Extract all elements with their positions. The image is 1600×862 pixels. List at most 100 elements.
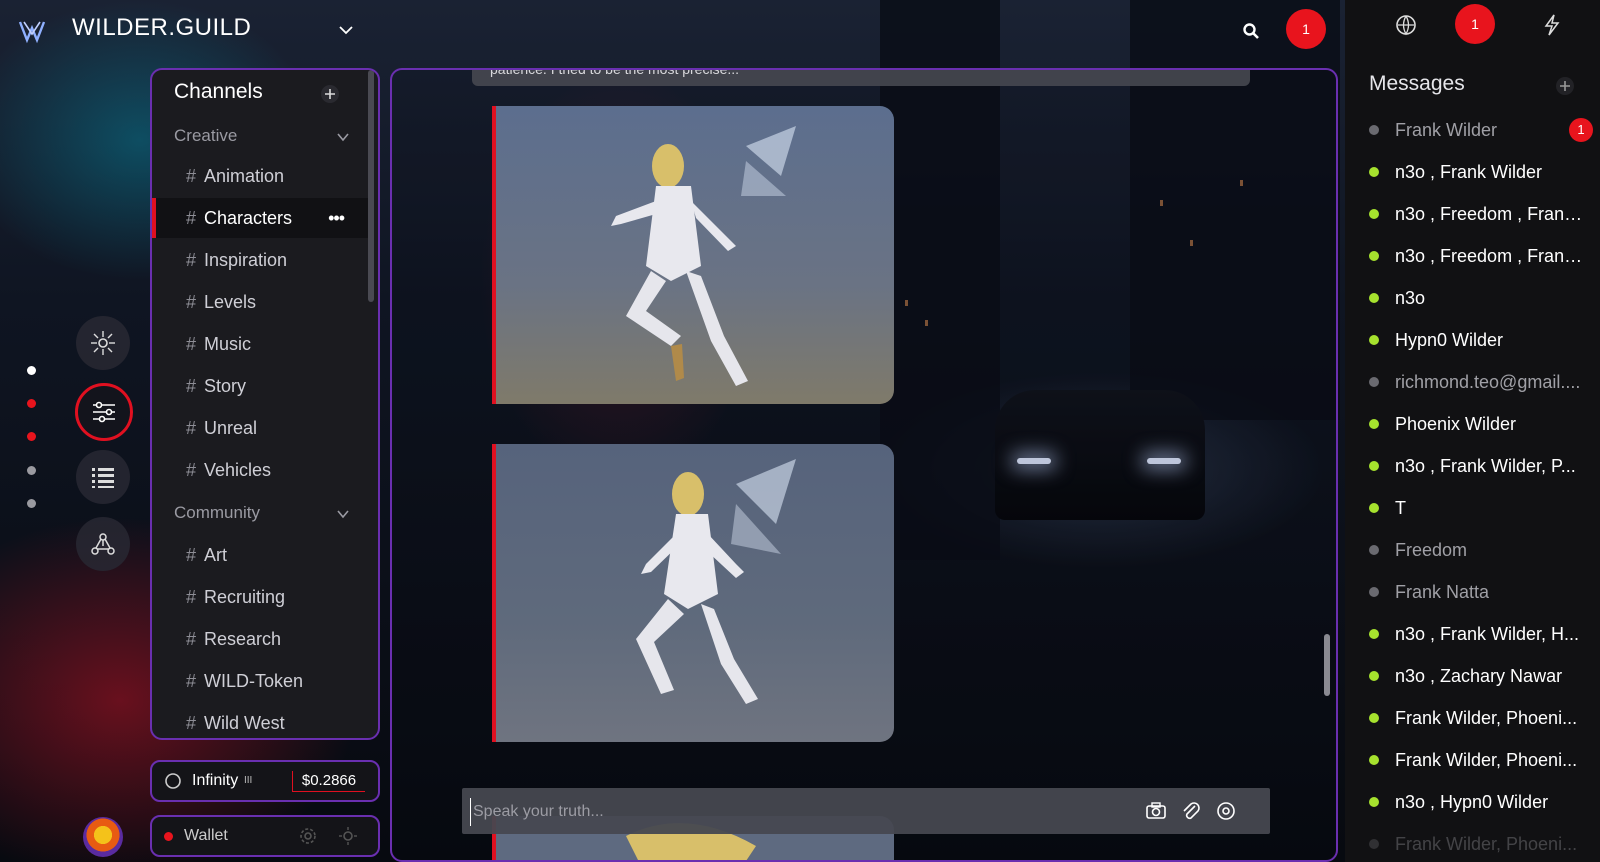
channels-title: Channels <box>174 80 263 103</box>
list-button[interactable] <box>76 450 130 504</box>
infinity-label: Infinity <box>192 772 239 789</box>
conversation-item[interactable]: n3o , Freedom , Frank... <box>1369 198 1589 230</box>
lightning-icon[interactable] <box>1541 13 1563 37</box>
status-dot <box>1369 125 1379 135</box>
status-dot <box>1369 209 1379 219</box>
channel-characters[interactable]: # Characters ••• <box>152 198 368 238</box>
channel-music[interactable]: # Music <box>152 324 368 364</box>
hash-icon: # <box>186 292 197 312</box>
channel-label: Animation <box>204 166 285 186</box>
conversation-item[interactable]: n3o , Frank Wilder <box>1369 156 1589 188</box>
more-options-icon[interactable]: ••• <box>328 198 345 238</box>
hierarchy-icon <box>91 533 115 555</box>
conversation-item[interactable]: Frank Wilder 1 <box>1369 114 1593 146</box>
channel-label: Research <box>204 629 282 649</box>
chat-area: patience. I tried to be the most precise… <box>390 68 1338 862</box>
category-label: Community <box>174 503 260 522</box>
fairy-character-image <box>496 106 894 404</box>
conversation-item[interactable]: Frank Natta <box>1369 576 1589 608</box>
category-label: Creative <box>174 126 238 145</box>
plus-icon[interactable] <box>320 84 340 104</box>
conversation-item[interactable]: Phoenix Wilder <box>1369 408 1589 440</box>
conversation-name: Phoenix Wilder <box>1395 414 1517 434</box>
infinity-suffix: III <box>244 775 253 786</box>
notification-badge[interactable]: 1 <box>1286 9 1326 49</box>
conversation-name: richmond.teo@gmail.... <box>1395 372 1581 392</box>
conversation-item[interactable]: n3o <box>1369 282 1589 314</box>
conversation-item[interactable]: n3o , Frank Wilder, P... <box>1369 450 1589 482</box>
rail-dot[interactable] <box>27 466 36 475</box>
gear-icon[interactable] <box>298 826 318 846</box>
message-image[interactable] <box>492 444 894 742</box>
channel-unreal[interactable]: # Unreal <box>152 408 368 448</box>
conversation-item[interactable]: Hypn0 Wilder <box>1369 324 1589 356</box>
globe-icon[interactable] <box>1395 14 1417 36</box>
category-creative[interactable]: Creative <box>174 126 354 154</box>
status-dot <box>1369 629 1379 639</box>
avatar[interactable] <box>83 817 123 857</box>
conversation-item[interactable]: n3o , Hypn0 Wilder <box>1369 786 1589 818</box>
channel-label: Wild West <box>204 713 285 733</box>
rail-dot[interactable] <box>27 366 36 375</box>
conversation-item[interactable]: richmond.teo@gmail.... <box>1369 366 1589 398</box>
channel-label: Story <box>204 376 247 396</box>
paperclip-icon[interactable] <box>1180 800 1202 822</box>
channels-scrollbar[interactable] <box>368 70 374 302</box>
category-community[interactable]: Community <box>174 503 354 531</box>
conversation-item[interactable]: Frank Wilder, Phoeni... <box>1369 744 1589 776</box>
conversation-name: Freedom <box>1395 540 1468 560</box>
emoji-icon[interactable] <box>1215 800 1237 822</box>
infinity-token-widget[interactable]: Infinity III $0.2866 <box>150 760 380 802</box>
camera-icon[interactable] <box>1145 800 1167 822</box>
app-title[interactable]: WILDER.GUILD <box>72 14 251 42</box>
channel-recruiting[interactable]: # Recruiting <box>152 577 368 617</box>
channel-vehicles[interactable]: # Vehicles <box>152 450 368 490</box>
message-image[interactable] <box>492 106 894 404</box>
sun-icon[interactable] <box>338 826 358 846</box>
search-icon[interactable] <box>1242 22 1260 40</box>
channel-levels[interactable]: # Levels <box>152 282 368 322</box>
status-dot <box>1369 587 1379 597</box>
conversation-item[interactable]: Freedom <box>1369 534 1589 566</box>
channel-research[interactable]: # Research <box>152 619 368 659</box>
channel-wild-west[interactable]: # Wild West <box>152 703 368 738</box>
rail-dot[interactable] <box>27 499 36 508</box>
conversation-item[interactable]: n3o , Zachary Nawar <box>1369 660 1589 692</box>
conversation-name: n3o , Freedom , Frank... <box>1395 246 1585 266</box>
filters-button[interactable] <box>75 383 133 441</box>
hash-icon: # <box>186 166 197 186</box>
hash-icon: # <box>186 208 197 228</box>
wallet-label: Wallet <box>184 827 228 844</box>
sliders-icon <box>93 401 115 423</box>
chat-scrollbar[interactable] <box>1324 634 1330 696</box>
conversation-item[interactable]: Frank Wilder, Phoeni... <box>1369 702 1589 734</box>
channel-label: Unreal <box>204 418 258 438</box>
status-dot <box>1369 797 1379 807</box>
chevron-down-icon[interactable] <box>338 22 354 38</box>
hash-icon: # <box>186 334 197 354</box>
plus-icon[interactable] <box>1555 76 1575 96</box>
conversation-item[interactable]: T <box>1369 492 1589 524</box>
status-dot <box>1369 293 1379 303</box>
hierarchy-button[interactable] <box>76 517 130 571</box>
status-dot <box>1369 755 1379 765</box>
channel-animation[interactable]: # Animation <box>152 156 368 196</box>
message-input[interactable] <box>470 798 1115 826</box>
channel-label: Levels <box>204 292 257 312</box>
rail-dot[interactable] <box>27 399 36 408</box>
conversation-item[interactable]: Frank Wilder, Phoeni... <box>1369 828 1589 860</box>
notification-badge[interactable]: 1 <box>1455 4 1495 44</box>
network-button[interactable] <box>76 316 130 370</box>
hash-icon: # <box>186 376 197 396</box>
hash-icon: # <box>186 629 197 649</box>
wilder-logo-icon[interactable] <box>18 18 46 44</box>
channel-label: WILD-Token <box>204 671 304 691</box>
conversation-item[interactable]: n3o , Freedom , Frank... <box>1369 240 1589 272</box>
channel-inspiration[interactable]: # Inspiration <box>152 240 368 280</box>
rail-dot[interactable] <box>27 432 36 441</box>
channel-wild-token[interactable]: # WILD-Token <box>152 661 368 701</box>
channel-story[interactable]: # Story <box>152 366 368 406</box>
wallet-widget[interactable]: Wallet <box>150 815 380 857</box>
conversation-item[interactable]: n3o , Frank Wilder, H... <box>1369 618 1589 650</box>
channel-art[interactable]: # Art <box>152 535 368 575</box>
